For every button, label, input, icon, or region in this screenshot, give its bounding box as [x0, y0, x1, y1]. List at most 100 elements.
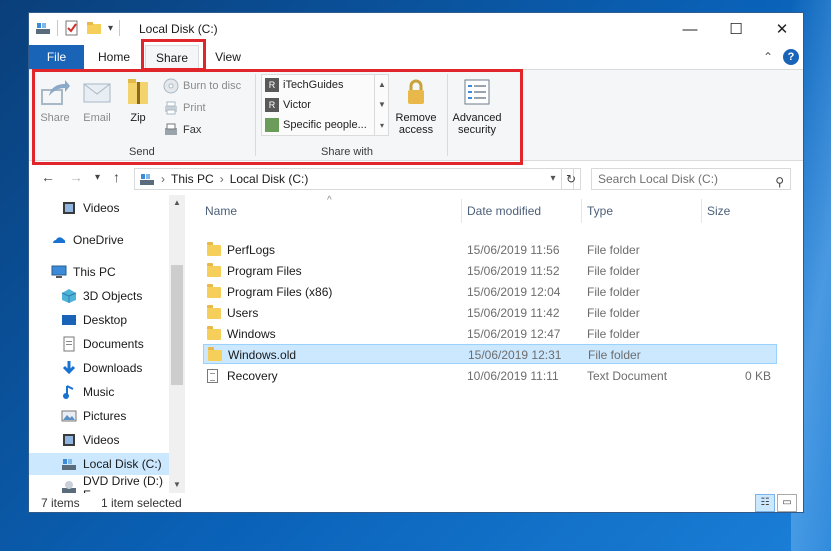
column-header-type[interactable]: Type	[587, 201, 613, 221]
nav-scrollbar[interactable]: ▲ ▼	[169, 195, 185, 493]
column-header-date[interactable]: Date modified	[467, 201, 541, 221]
file-list: ^ Name Date modified Type Size PerfLogs …	[187, 195, 803, 493]
tab-view[interactable]: View	[205, 45, 251, 69]
back-button[interactable]: ←	[41, 169, 55, 185]
share-ribbon-highlight	[32, 69, 523, 165]
tab-file[interactable]: File	[29, 45, 84, 69]
scroll-down-icon[interactable]: ▼	[169, 477, 185, 493]
search-icon[interactable]: ⚲	[775, 172, 784, 192]
share-tab-highlight	[141, 39, 206, 71]
breadcrumb-local-disk[interactable]: Local Disk (C:)	[230, 172, 309, 186]
nav-item-downloads[interactable]: Downloads	[29, 357, 169, 379]
nav-item-label: OneDrive	[73, 233, 124, 247]
column-divider[interactable]	[701, 199, 702, 223]
file-type: File folder	[587, 285, 640, 299]
file-name: Windows.old	[228, 348, 297, 362]
view-switcher: ☷ ▭	[755, 494, 797, 512]
nav-item-dvd-drive[interactable]: DVD Drive (D:) E	[29, 474, 169, 493]
help-icon[interactable]: ?	[783, 49, 799, 65]
file-date: 15/06/2019 11:56	[467, 243, 560, 257]
text-document-icon	[207, 369, 218, 383]
dvd-drive-icon	[61, 480, 77, 493]
nav-item-music[interactable]: Music	[29, 381, 169, 403]
nav-item-label: This PC	[73, 265, 116, 279]
address-dropdown-icon[interactable]: ▾	[546, 168, 560, 190]
table-row[interactable]: Users 15/06/2019 11:42 File folder	[203, 303, 777, 323]
recent-locations-button[interactable]: ▾	[95, 172, 100, 183]
column-divider[interactable]	[581, 199, 582, 223]
folder-icon	[207, 284, 221, 298]
file-explorer-window: ▾ Local Disk (C:) — ☐ ✕ File Home Share …	[28, 12, 804, 513]
file-date: 15/06/2019 12:31	[468, 348, 562, 362]
table-row-selected[interactable]: Windows.old 15/06/2019 12:31 File folder	[203, 344, 777, 364]
folder-icon	[207, 263, 221, 277]
refresh-button[interactable]: ↻	[561, 168, 581, 190]
properties-icon[interactable]	[64, 20, 80, 36]
up-button[interactable]: ↑	[113, 169, 120, 185]
nav-item-label: Videos	[83, 433, 120, 447]
file-name: PerfLogs	[227, 243, 276, 257]
videos-icon	[61, 432, 77, 448]
file-date: 15/06/2019 11:42	[467, 306, 560, 320]
file-name: Recovery	[227, 369, 278, 383]
scrollbar-thumb[interactable]	[171, 265, 183, 385]
table-row[interactable]: Program Files 15/06/2019 11:52 File fold…	[203, 261, 777, 281]
drive-icon	[139, 171, 155, 187]
status-bar: 7 items 1 item selected ☷ ▭	[29, 493, 803, 512]
column-header-size[interactable]: Size	[707, 201, 730, 221]
nav-item-label: Local Disk (C:)	[83, 457, 162, 471]
address-row: ← → ▾ ↑ › This PC › Local Disk (C:) ▾ ↻ …	[29, 165, 803, 193]
nav-item-pictures[interactable]: Pictures	[29, 405, 169, 427]
table-row[interactable]: Windows 15/06/2019 12:47 File folder	[203, 324, 777, 344]
quick-access-toolbar: ▾	[35, 20, 121, 36]
minimize-button[interactable]: —	[667, 13, 713, 45]
new-folder-icon[interactable]	[86, 20, 102, 36]
this-pc-icon	[51, 264, 67, 280]
column-divider[interactable]	[461, 199, 462, 223]
nav-item-videos[interactable]: Videos	[29, 429, 169, 451]
close-button[interactable]: ✕	[759, 13, 803, 45]
file-type: File folder	[587, 306, 640, 320]
folder-icon	[207, 326, 221, 340]
table-row[interactable]: PerfLogs 15/06/2019 11:56 File folder	[203, 240, 777, 260]
nav-item-onedrive[interactable]: OneDrive	[29, 229, 169, 251]
nav-item-3d-objects[interactable]: 3D Objects	[29, 285, 169, 307]
table-row[interactable]: Recovery 10/06/2019 11:11 Text Document …	[203, 366, 777, 386]
file-type: File folder	[587, 243, 640, 257]
breadcrumb-separator: ›	[161, 172, 165, 186]
file-date: 15/06/2019 12:47	[467, 327, 561, 341]
sort-caret-icon: ^	[327, 195, 332, 206]
column-header-name[interactable]: Name	[205, 201, 237, 221]
search-input[interactable]: Search Local Disk (C:) ⚲	[591, 168, 791, 190]
folder-icon	[207, 305, 221, 319]
table-row[interactable]: Program Files (x86) 15/06/2019 12:04 Fil…	[203, 282, 777, 302]
nav-item-videos-quick[interactable]: Videos	[29, 197, 169, 219]
downloads-icon	[61, 360, 77, 376]
drive-icon[interactable]	[35, 20, 51, 36]
forward-button[interactable]: →	[69, 169, 83, 185]
3d-objects-icon	[61, 288, 77, 304]
ribbon-right-controls: ⌃ ?	[763, 49, 799, 65]
nav-item-this-pc[interactable]: This PC	[29, 261, 169, 283]
maximize-button[interactable]: ☐	[713, 13, 759, 45]
scroll-up-icon[interactable]: ▲	[169, 195, 185, 211]
breadcrumb-this-pc[interactable]: This PC	[171, 172, 214, 186]
folder-icon	[208, 347, 222, 361]
breadcrumb-separator: ›	[219, 172, 224, 186]
file-date: 15/06/2019 11:52	[467, 264, 560, 278]
collapse-ribbon-icon[interactable]: ⌃	[763, 50, 773, 64]
onedrive-icon	[51, 232, 67, 248]
address-bar[interactable]: › This PC › Local Disk (C:)	[134, 168, 574, 190]
toolbar-divider	[57, 20, 58, 36]
nav-item-local-disk[interactable]: Local Disk (C:)	[29, 453, 169, 475]
nav-item-desktop[interactable]: Desktop	[29, 309, 169, 331]
tab-home[interactable]: Home	[89, 45, 139, 69]
nav-item-documents[interactable]: Documents	[29, 333, 169, 355]
nav-item-label: Videos	[83, 201, 120, 215]
details-view-icon[interactable]: ☷	[755, 494, 775, 512]
large-icons-view-icon[interactable]: ▭	[777, 494, 797, 512]
customize-toolbar-chevron[interactable]: ▾	[108, 23, 113, 34]
item-count: 7 items	[41, 496, 80, 510]
file-date: 15/06/2019 12:04	[467, 285, 561, 299]
toolbar-divider	[119, 20, 121, 36]
